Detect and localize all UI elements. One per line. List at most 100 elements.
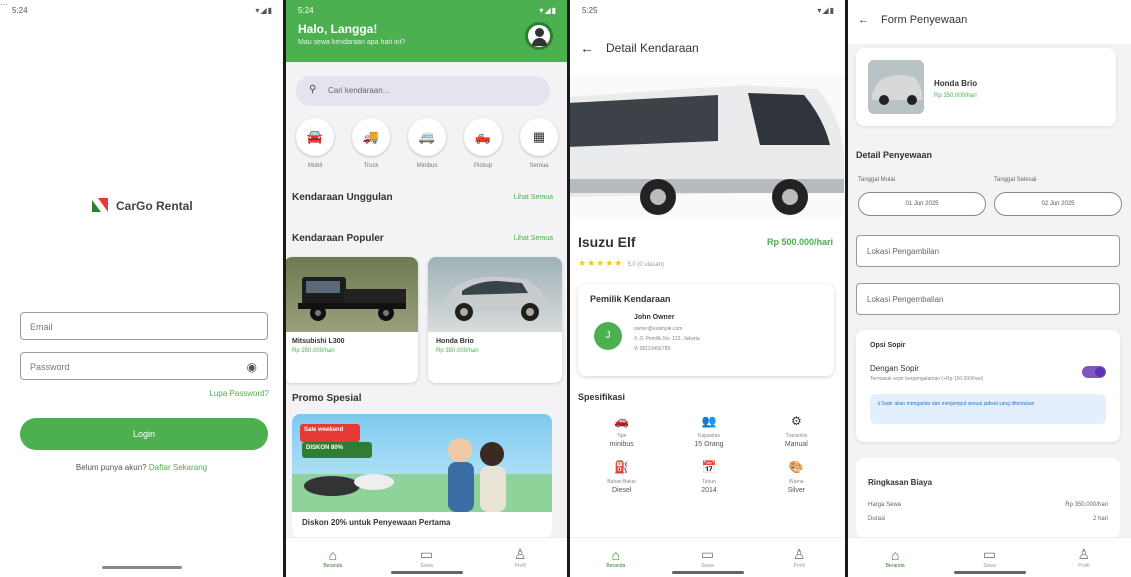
category-minibus[interactable]: 🚐 Minibus (404, 118, 450, 169)
owner-phone[interactable]: ✆ 08123456789 (634, 346, 670, 352)
spec-value: 15 Orang (694, 441, 724, 448)
nav-beranda[interactable]: ⌂ Beranda (586, 547, 646, 569)
home-indicator (671, 571, 744, 574)
pickup-location-input[interactable]: Lokasi Pengambilan (856, 235, 1120, 267)
form-screen: ← Form Penyewaan Honda Brio Rp 350.000/h… (848, 0, 1131, 577)
password-field[interactable]: Password ◉ (20, 352, 268, 380)
driver-option-card: Opsi Sopir Dengan Sopir Termasuk sopir b… (856, 330, 1120, 442)
login-button[interactable]: Login (20, 418, 268, 450)
nav-sewa[interactable]: ▭ Sewa (959, 546, 1019, 569)
app-logo: CarGo Rental (92, 198, 193, 214)
back-arrow-icon[interactable]: ← (580, 40, 594, 56)
spec-value: Diesel (611, 487, 632, 494)
vehicle-rate: Rp 500.000/hari (766, 237, 833, 247)
signup-link[interactable]: Daftar Sekarang (149, 463, 207, 472)
selected-car-card: Honda Brio Rp 350.000/hari (856, 48, 1116, 126)
start-date-field[interactable]: 01 Jun 2025 (858, 192, 986, 216)
cost-summary-card: Ringkasan Biaya Harga Sewa Rp 350.000/har… (856, 458, 1120, 538)
fuel-icon: ⛽ (614, 460, 630, 474)
category-label: Minibus (416, 163, 438, 169)
bottom-nav: ⌂ Beranda ▭ Sewa ♙ Profil (286, 537, 567, 577)
category-truck[interactable]: 🚚 Truck (348, 118, 394, 169)
home-icon: ⌂ (611, 546, 621, 563)
nav-beranda[interactable]: ⌂ Beranda (303, 547, 363, 569)
nav-beranda[interactable]: ⌂ Beranda (865, 547, 925, 569)
spec-item: 🎨 Warna Silver (753, 460, 840, 494)
category-mobil[interactable]: 🚘 Mobil (292, 118, 338, 169)
app-bar: ← Detail Kendaraan (580, 40, 699, 56)
spec-value: Silver (787, 487, 806, 494)
driver-toggle[interactable] (1082, 366, 1106, 378)
nav-sewa[interactable]: ▭ Sewa (396, 546, 456, 569)
gear-icon: ⚙ (790, 414, 802, 428)
nav-label: Sewa (420, 563, 433, 569)
category-semua[interactable]: ▦ Semua (516, 118, 562, 169)
vehicle-name: Mitsubishi L300 (292, 338, 345, 345)
profile-avatar-icon[interactable] (525, 22, 553, 50)
featured-title: Kendaraan Unggulan (292, 192, 393, 203)
truck-icon: 🚚 (352, 118, 390, 156)
nav-profil[interactable]: ♙ Profil (1054, 546, 1114, 569)
promo-card[interactable]: Sale weekend DISKON 80% Diskon 20% untuk… (292, 414, 552, 538)
owner-address: ⚲ Jl. Pemilik No. 123, Jakarta (634, 336, 700, 342)
end-date-field[interactable]: 02 Jun 2025 (994, 192, 1122, 216)
category-label: Truck (363, 163, 379, 169)
page-title: Detail Kendaraan (606, 41, 699, 55)
nav-profil[interactable]: ♙ Profil (490, 546, 550, 569)
nav-sewa[interactable]: ▭ Sewa (677, 546, 737, 569)
status-bar: 5:24 ▾◢▮ (0, 0, 283, 20)
start-date-label: Tanggal Mulai (858, 177, 896, 183)
spec-item: ⚙ Transmisi Manual (753, 414, 840, 448)
rental-icon: ▭ (419, 546, 434, 562)
forgot-password-link[interactable]: Lupa Password? (209, 389, 269, 398)
spec-label: Kapasitas (698, 433, 720, 439)
owner-address-text: Jl. Pemilik No. 123, Jakarta (639, 336, 700, 342)
popular-see-all-link[interactable]: Lihat Semua (514, 235, 553, 242)
category-label: Pickup (473, 163, 492, 169)
bottom-nav: ⌂ Beranda ▭ Sewa ♙ Profil (848, 537, 1131, 577)
search-icon: ⚲ (309, 84, 317, 95)
return-location-input[interactable]: Lokasi Pengembalian (856, 283, 1120, 315)
search-placeholder: Cari kendaraan... (328, 86, 390, 95)
car-icon: 🚘 (296, 118, 334, 156)
featured-header: Kendaraan Unggulan Lihat Semua (292, 192, 553, 203)
signal-icon: ▾◢▮ (817, 6, 835, 15)
car-thumbnail-image (868, 60, 924, 114)
spec-label: Bahan Bakar (607, 479, 637, 485)
nav-profil[interactable]: ♙ Profil (769, 546, 829, 569)
promo-title: Promo Spesial (292, 393, 362, 404)
search-input[interactable]: ⚲ Cari kendaraan... (296, 76, 550, 106)
profile-icon: ♙ (513, 546, 527, 562)
status-time: 5:24 (12, 6, 28, 15)
owner-name: John Owner (634, 314, 675, 321)
spec-grid: 🚗 Tipe minibus 👥 Kapasitas 15 Orang ⚙ Transmi… (578, 414, 840, 494)
owner-title: Pemilik Kendaraan (590, 294, 671, 304)
featured-see-all-link[interactable]: Lihat Semua (514, 194, 553, 201)
back-arrow-icon[interactable]: ← (858, 14, 869, 26)
spec-item: ⛽ Bahan Bakar Diesel (578, 460, 665, 494)
spec-value: minibus (609, 441, 634, 448)
owner-avatar: J (594, 322, 622, 350)
popular-header: Kendaraan Populer Lihat Semua (292, 233, 553, 244)
home-icon: ⌂ (328, 546, 338, 563)
email-placeholder: Email (30, 322, 53, 332)
spec-label: Tahun (702, 479, 716, 485)
nav-label: Beranda (323, 562, 343, 569)
car-name: Honda Brio (934, 79, 978, 88)
bottom-nav: ⌂ Beranda ▭ Sewa ♙ Profil (570, 537, 845, 577)
hatchback-image (442, 276, 548, 321)
vehicle-name: Honda Brio (436, 338, 474, 345)
people-icon: 👥 (701, 414, 717, 428)
driver-option-label: Dengan Sopir (870, 364, 919, 373)
vehicle-card[interactable]: Mitsubishi L300 Rp 250.000/hari (286, 257, 418, 383)
spec-value: Manual (784, 441, 808, 448)
spec-title: Spesifikasi (578, 392, 626, 402)
pickup-icon: 🛻 (464, 118, 502, 156)
greeting: Halo, Langga! (298, 22, 378, 36)
category-list: 🚘 Mobil 🚚 Truck 🚐 Minibus 🛻 Pickup ▦ Sem… (292, 118, 562, 169)
home-screen: 5:24 ▾◢▮ Halo, Langga! Mau sewa kendaraa… (286, 0, 567, 577)
vehicle-card[interactable]: Honda Brio Rp 350.000/hari (428, 257, 562, 383)
email-field[interactable]: Email (20, 312, 268, 340)
eye-icon[interactable]: ◉ (247, 360, 257, 374)
category-pickup[interactable]: 🛻 Pickup (460, 118, 506, 169)
